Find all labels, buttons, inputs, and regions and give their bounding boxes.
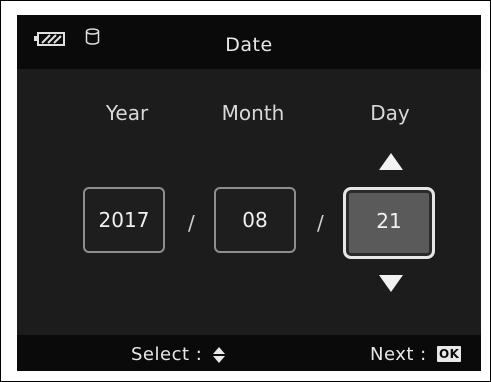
header-bar: Date (17, 15, 481, 69)
day-field[interactable]: 21 (343, 187, 435, 259)
increase-arrow-icon[interactable] (379, 153, 403, 170)
footer-bar: Select : Next : OK (17, 335, 481, 371)
page-title: Date (225, 34, 273, 56)
next-label: Next : (370, 344, 427, 365)
day-label: Day (370, 101, 410, 125)
date-separator: / (317, 211, 324, 235)
camera-screen: Date Year Month Day 2017 / 08 / 21 Selec… (17, 15, 481, 371)
date-separator: / (188, 211, 195, 235)
year-label: Year (105, 101, 149, 125)
month-label: Month (221, 101, 285, 125)
month-field[interactable]: 08 (214, 187, 296, 253)
month-value: 08 (242, 208, 268, 232)
next-hint: Next : OK (370, 344, 462, 365)
year-field[interactable]: 2017 (83, 187, 165, 253)
year-value: 2017 (98, 208, 150, 232)
select-hint: Select : (131, 344, 225, 365)
up-down-icon (212, 347, 225, 363)
decrease-arrow-icon[interactable] (379, 275, 403, 292)
ok-button-icon[interactable]: OK (436, 346, 462, 362)
select-label: Select : (131, 344, 203, 365)
day-value: 21 (376, 209, 402, 233)
